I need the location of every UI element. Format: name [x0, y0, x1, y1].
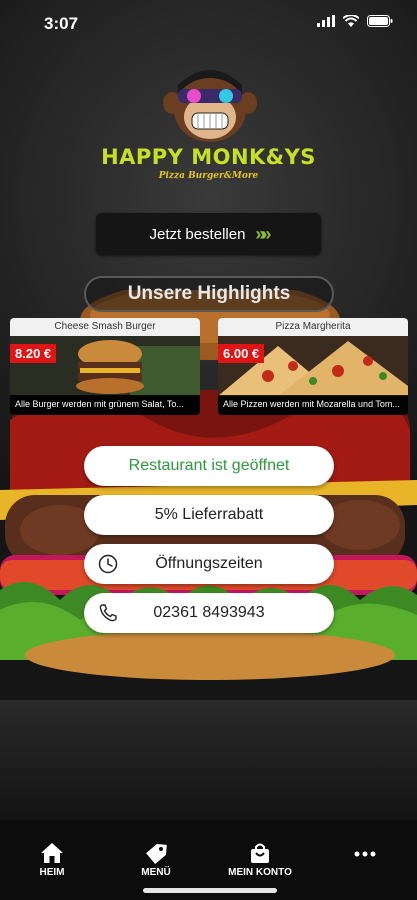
phone-call-button[interactable]: 02361 8493943 — [84, 593, 334, 633]
opening-hours-button[interactable]: Öffnungszeiten — [84, 544, 334, 584]
tab-menu[interactable]: MENÜ — [116, 842, 196, 878]
tag-icon — [146, 844, 167, 864]
order-now-label: Jetzt bestellen — [149, 225, 246, 243]
signal-icon — [317, 15, 335, 27]
phone-number-label: 02361 8493943 — [153, 604, 265, 621]
home-icon — [41, 843, 63, 863]
highlight-card-price: 8.20 € — [10, 344, 57, 363]
highlight-card-pizza[interactable]: Pizza Margherita 6.00 € Alle Pizzen werd… — [218, 318, 408, 415]
highlights-title: Unsere Highlights — [84, 276, 334, 312]
clock-icon — [98, 554, 118, 574]
restaurant-status-pill: Restaurant ist geöffnet — [84, 446, 334, 486]
delivery-discount-label: 5% Lieferrabatt — [154, 506, 264, 523]
phone-icon — [99, 604, 117, 622]
brand-name: HAPPY MONK&YS — [101, 145, 316, 169]
tab-account[interactable]: MEIN KONTO — [220, 842, 300, 878]
status-time: 3:07 — [44, 14, 79, 33]
status-bar: 3:07 — [0, 0, 417, 46]
battery-icon — [367, 15, 393, 27]
home-indicator — [143, 888, 277, 893]
wifi-icon — [343, 15, 359, 27]
bag-icon — [251, 843, 269, 863]
highlight-card-name: Pizza Margherita — [218, 318, 408, 336]
tab-menu-label: MENÜ — [141, 867, 171, 878]
highlight-card-burger[interactable]: Cheese Smash Burger 8.20 € Alle Burger w… — [10, 318, 200, 415]
slate-surface — [0, 700, 417, 820]
brand-tagline: Pizza Burger&More — [158, 171, 259, 181]
restaurant-status-label: Restaurant ist geöffnet — [128, 457, 290, 474]
tab-more[interactable] — [325, 850, 405, 861]
double-chevron-icon: »» — [255, 223, 271, 244]
highlight-card-price: 6.00 € — [218, 344, 265, 363]
opening-hours-label: Öffnungszeiten — [155, 555, 263, 572]
highlight-card-description: Alle Pizzen werden mit Mozarella und Tom… — [218, 395, 408, 415]
highlight-card-name: Cheese Smash Burger — [10, 318, 200, 336]
tab-account-label: MEIN KONTO — [228, 867, 292, 878]
bottom-tab-bar: HEIM MENÜ MEIN KONTO — [0, 820, 417, 900]
tab-home[interactable]: HEIM — [12, 842, 92, 878]
delivery-discount-pill: 5% Lieferrabatt — [84, 495, 334, 535]
status-icons — [317, 15, 393, 27]
more-icon — [354, 851, 376, 857]
tab-home-label: HEIM — [39, 867, 65, 878]
highlight-card-description: Alle Burger werden mit grünem Salat, To.… — [10, 395, 200, 415]
order-now-button[interactable]: Jetzt bestellen »» — [96, 213, 321, 255]
